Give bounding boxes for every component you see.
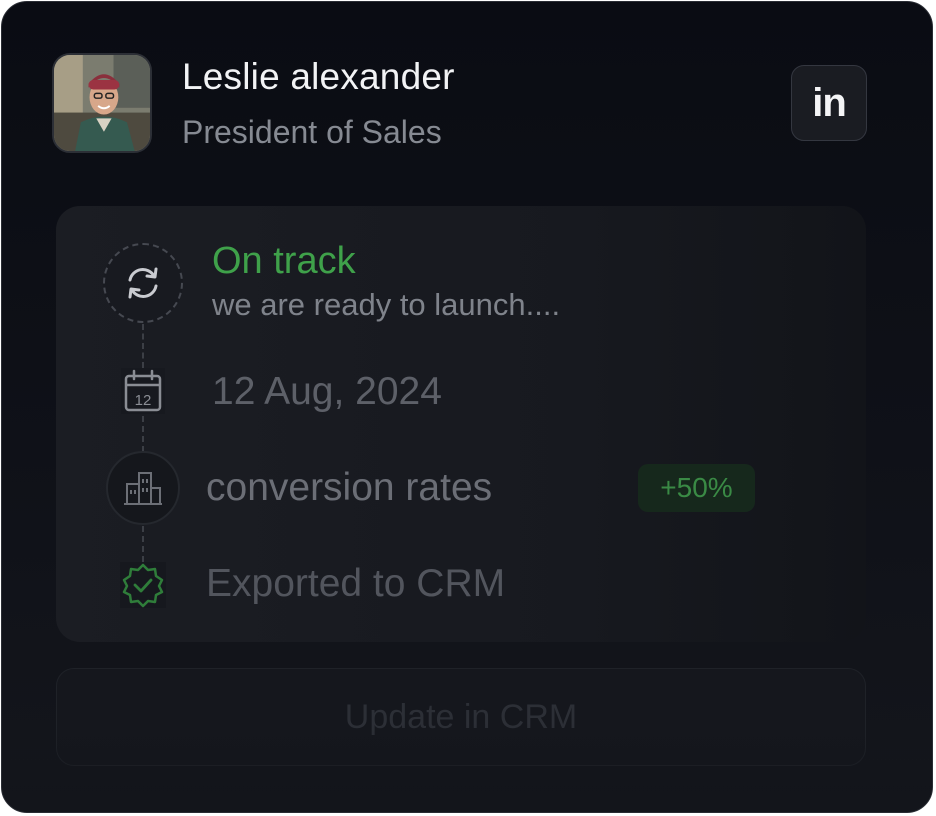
status-description: we are ready to launch.... [212,287,561,322]
status-title: On track [212,240,356,282]
refresh-icon [103,243,183,323]
timeline-connector [142,526,144,562]
building-icon [106,451,180,525]
metric-badge: +50% [638,464,755,512]
profile-name: Leslie alexander [182,56,455,97]
profile-card: Leslie alexander President of Sales in O… [1,1,933,813]
linkedin-icon: in [812,80,847,125]
avatar[interactable] [52,53,152,153]
linkedin-button[interactable]: in [791,65,867,141]
timeline-connector [142,416,144,452]
calendar-day-label: 12 [135,392,152,409]
profile-role: President of Sales [182,114,442,150]
update-in-crm-label: Update in CRM [344,697,578,736]
due-date: 12 Aug, 2024 [212,370,442,413]
metric-label: conversion rates [206,466,493,509]
verified-badge-icon [120,562,166,608]
timeline-connector [142,324,144,368]
calendar-icon: 12 [121,368,165,414]
update-in-crm-button[interactable]: Update in CRM [56,668,866,766]
export-status: Exported to CRM [206,562,506,605]
